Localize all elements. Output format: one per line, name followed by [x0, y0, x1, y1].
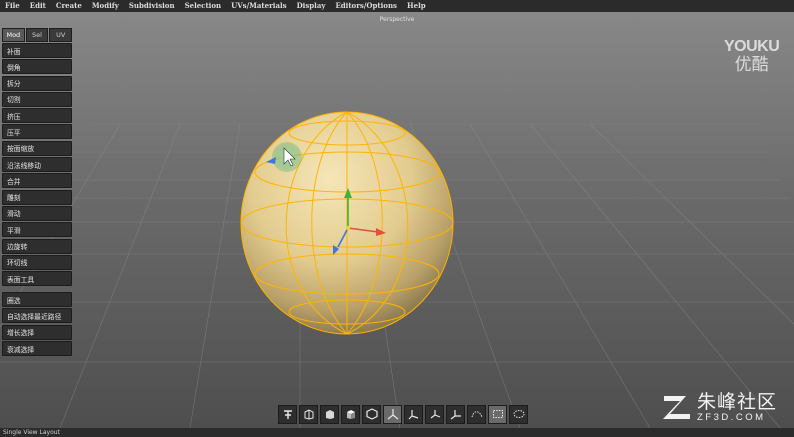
- tool-button[interactable]: 拆分: [2, 75, 72, 91]
- lasso-icon[interactable]: [509, 404, 528, 424]
- menu-create[interactable]: Create: [51, 0, 87, 12]
- tool-button[interactable]: 平滑: [2, 222, 72, 238]
- tool-button[interactable]: 表面工具: [2, 271, 72, 287]
- tab-sel[interactable]: Sel: [25, 28, 49, 42]
- axis-xz-icon[interactable]: [446, 404, 465, 424]
- tool-button[interactable]: 滑动: [2, 205, 72, 221]
- panel-tabs: Mod Sel UV: [2, 28, 73, 42]
- zf3d-watermark-cn: 朱峰社区: [697, 390, 778, 413]
- menu-editors-options[interactable]: Editors/Options: [330, 0, 402, 12]
- tool-button[interactable]: 环切线: [2, 254, 72, 270]
- selection-tool-button[interactable]: 圈选: [2, 292, 72, 308]
- tool-button[interactable]: 雕刻: [2, 189, 72, 205]
- cube-icon[interactable]: [320, 404, 339, 424]
- axis-y-icon[interactable]: [383, 404, 402, 424]
- menu-modify[interactable]: Modify: [87, 0, 124, 12]
- tool-button[interactable]: 倒角: [2, 59, 72, 75]
- sphere-scene[interactable]: [0, 12, 794, 428]
- youku-watermark: YOUKU 优酷: [724, 38, 780, 75]
- tool-panel: Mod Sel UV 补面 倒角 拆分 切割 挤压 压平 按面缩放 沿法线移动 …: [2, 28, 73, 357]
- tool-button[interactable]: 切割: [2, 91, 72, 107]
- menu-file[interactable]: File: [0, 0, 25, 12]
- curve-icon[interactable]: [467, 404, 486, 424]
- transform-icon[interactable]: [278, 404, 297, 424]
- youku-watermark-en: YOUKU: [724, 38, 780, 55]
- selection-tool-button[interactable]: 自动选择最近路径: [2, 308, 72, 324]
- tool-button[interactable]: 压平: [2, 124, 72, 140]
- menu-uvs-materials[interactable]: UVs/Materials: [226, 0, 292, 12]
- axis-xyz-icon[interactable]: [425, 404, 444, 424]
- tool-button[interactable]: 补面: [2, 43, 72, 58]
- status-bar: Single View Layout: [0, 428, 794, 437]
- selection-tool-group: 圈选 自动选择最近路径 增长选择 衰减选择: [2, 292, 72, 357]
- tool-button[interactable]: 沿法线移动: [2, 157, 72, 173]
- menu-display[interactable]: Display: [292, 0, 331, 12]
- zf3d-watermark: 朱峰社区 ZF3D.COM: [660, 390, 777, 424]
- rect-select-icon[interactable]: [488, 404, 507, 424]
- menu-subdivision[interactable]: Subdivision: [124, 0, 180, 12]
- zf3d-watermark-en: ZF3D.COM: [697, 411, 766, 423]
- bottom-toolbar: [278, 404, 528, 424]
- axis-mid-icon[interactable]: [404, 404, 423, 424]
- menu-help[interactable]: Help: [402, 0, 431, 12]
- menu-bar: File Edit Create Modify Subdivision Sele…: [0, 0, 794, 12]
- menu-edit[interactable]: Edit: [25, 0, 51, 12]
- tool-button[interactable]: 按面缩放: [2, 140, 72, 156]
- zf3d-logo-icon: [663, 396, 690, 419]
- box-open-icon[interactable]: [299, 404, 318, 424]
- tab-uv[interactable]: UV: [49, 28, 73, 42]
- tab-mod[interactable]: Mod: [2, 28, 25, 42]
- cube-shaded-icon[interactable]: [341, 404, 360, 424]
- youku-watermark-cn: 优酷: [734, 55, 769, 75]
- tool-button[interactable]: 挤压: [2, 108, 72, 124]
- selection-tool-button[interactable]: 增长选择: [2, 324, 72, 340]
- tool-button[interactable]: 边旋转: [2, 238, 72, 254]
- tool-button[interactable]: 合并: [2, 173, 72, 189]
- menu-selection[interactable]: Selection: [180, 0, 227, 12]
- selection-tool-button[interactable]: 衰减选择: [2, 341, 72, 357]
- hexagon-icon[interactable]: [362, 404, 381, 424]
- perspective-viewport[interactable]: Perspective: [0, 12, 794, 428]
